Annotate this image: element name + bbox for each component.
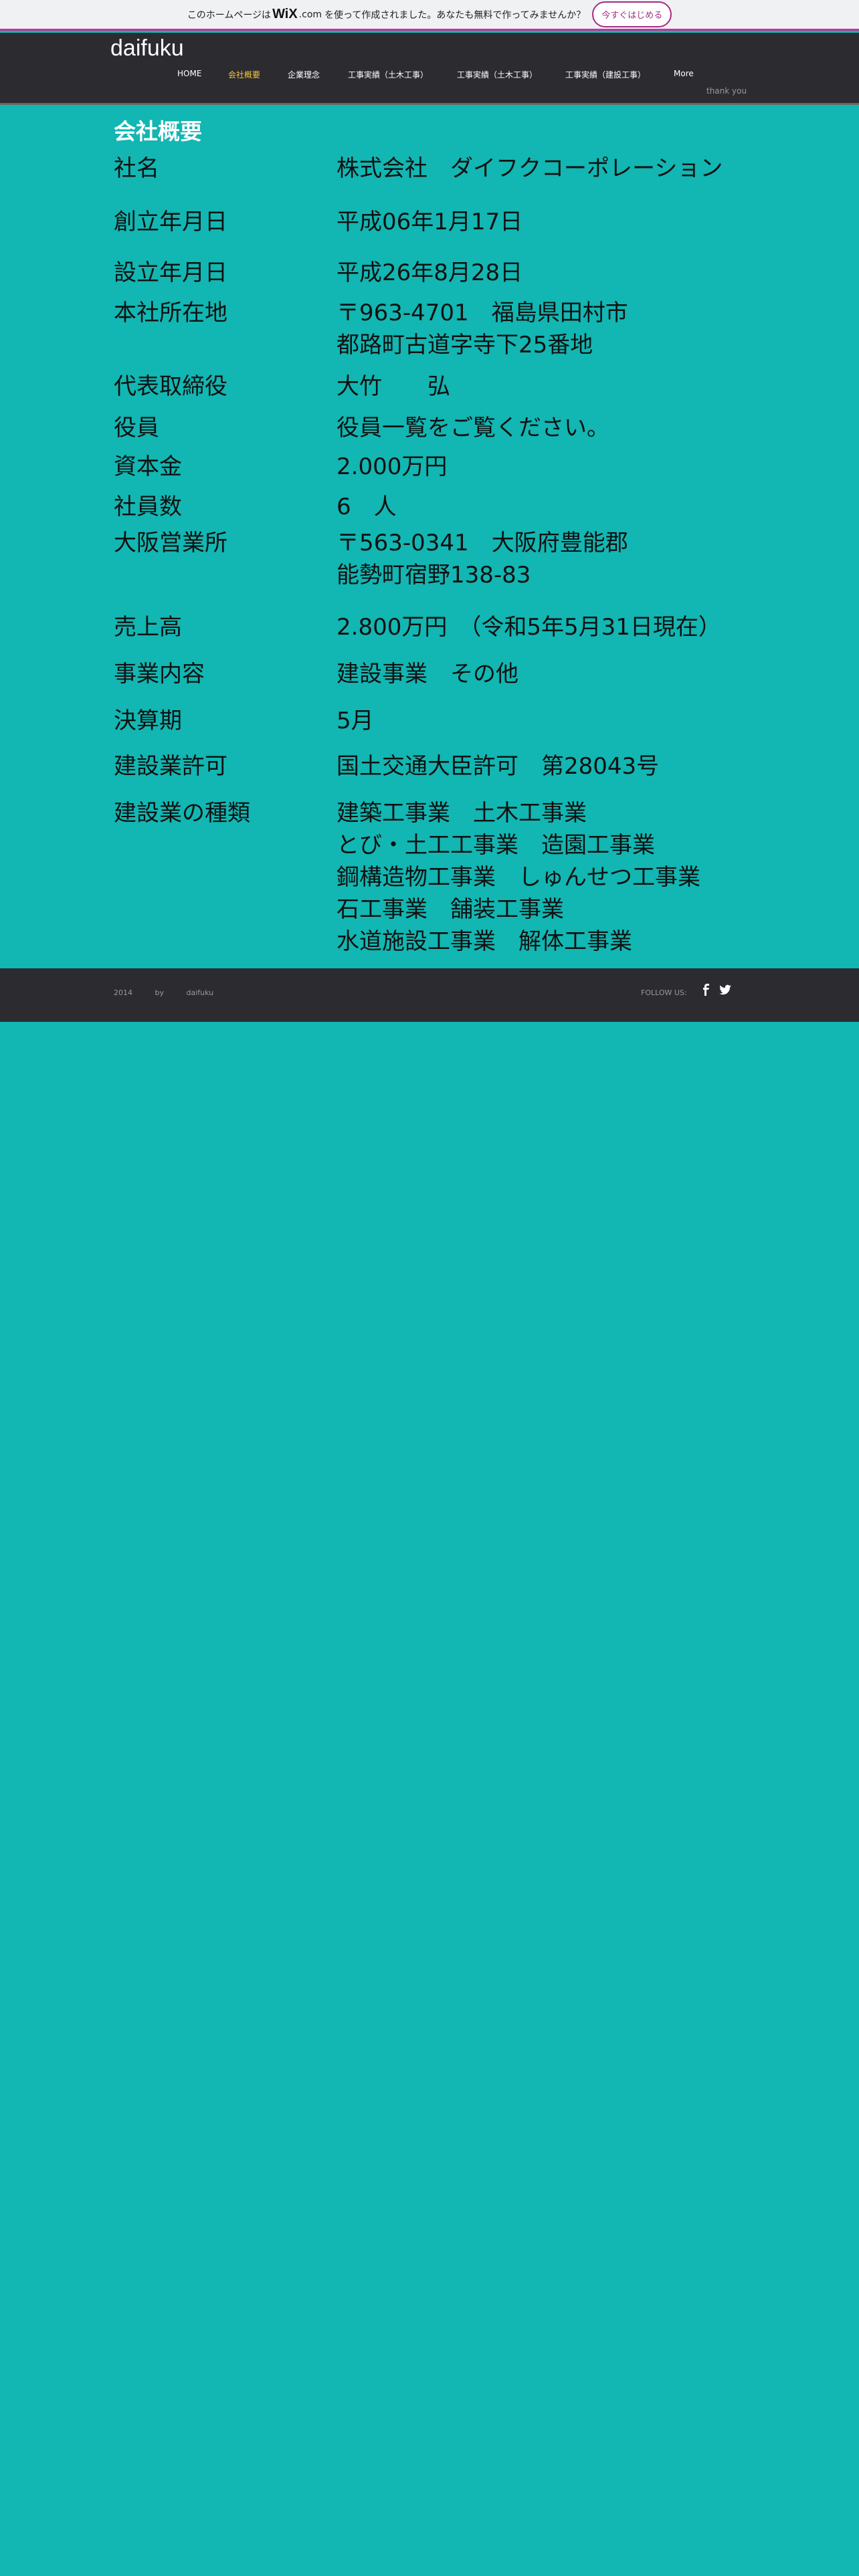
row-value-line: 〒563-0341 大阪府豊能郡 [337, 530, 628, 556]
row-value: 平成26年8月28日 [337, 257, 522, 289]
banner-text-before: このホームページは [187, 9, 272, 21]
row-value-line: 鋼構造物工事業 しゅんせつ工事業 [337, 864, 700, 891]
row-value-line: 大竹 弘 [337, 373, 450, 400]
row-value: 2.800万円 （令和5年5月31日現在） [337, 611, 721, 643]
row-value-line: 2.000万円 [337, 453, 448, 480]
nav-item-home[interactable]: HOME [177, 69, 201, 78]
start-now-button[interactable]: 今すぐはじめる [592, 1, 672, 27]
footer-name: daifuku [186, 988, 214, 997]
site-header: daifuku HOME 会社概要 企業理念 工事実績（土木工事） 工事実績（土… [0, 33, 859, 105]
row-value-line: 建設事業 その他 [337, 661, 518, 687]
row-value: 役員一覧をご覧ください。 [337, 412, 609, 444]
row-value-line: とび・土工工事業 造園工事業 [337, 832, 655, 859]
row-value-line: 〒963-4701 福島県田村市 [337, 300, 628, 326]
row-value-line: 平成26年8月28日 [337, 259, 523, 286]
twitter-icon[interactable] [719, 983, 732, 996]
row-value-line: 建築工事業 土木工事業 [337, 800, 587, 827]
row-value: 建築工事業 土木工事業 とび・土工工事業 造園工事業 鋼構造物工事業 しゅんせつ… [337, 797, 700, 958]
footer-credit: 2014 by daifuku [114, 988, 233, 997]
row-label: 本社所在地 [114, 300, 227, 326]
banner-text-after: を使って作成されました。あなたも無料で作ってみませんか？ [324, 9, 586, 21]
nav-item-more[interactable]: More [674, 69, 694, 78]
row-value: 平成06年1月17日 [337, 206, 522, 238]
row-label: 設立年月日 [114, 259, 227, 286]
nav-sub-thank-you[interactable]: thank you [706, 86, 747, 96]
footer-year: 2014 [114, 988, 132, 997]
facebook-icon[interactable] [700, 983, 713, 996]
row-label: 建設業許可 [114, 753, 227, 780]
footer-by: by [155, 988, 165, 997]
row-label: 売上高 [114, 614, 182, 641]
row-label: 建設業の種類 [114, 800, 250, 827]
row-value-line: 2.800万円 （令和5年5月31日現在） [337, 614, 721, 641]
row-value-line[interactable]: 役員一覧をご覧ください。 [337, 412, 609, 444]
site-footer: 2014 by daifuku FOLLOW US: [0, 968, 859, 1022]
row-label: 社名 [114, 155, 159, 182]
row-value-line: 株式会社 ダイフクコーポレーション [337, 155, 723, 182]
follow-us-label: FOLLOW US: [641, 988, 687, 997]
row-label: 資本金 [114, 453, 182, 480]
nav-item-works-civil-1[interactable]: 工事実績（土木工事） [348, 69, 428, 80]
row-value-line: 5月 [337, 708, 374, 734]
row-value-line: 石工事業 舗装工事業 [337, 896, 564, 923]
row-label: 創立年月日 [114, 209, 227, 235]
row-value-line: 平成06年1月17日 [337, 209, 523, 235]
row-value-line: 国土交通大臣許可 第28043号 [337, 753, 660, 780]
row-label: 役員 [114, 415, 159, 441]
nav-item-works-construction[interactable]: 工事実績（建設工事） [565, 69, 646, 80]
row-value: 国土交通大臣許可 第28043号 [337, 750, 659, 782]
row-value: 〒963-4701 福島県田村市 都路町古道字寺下25番地 [337, 297, 628, 361]
row-value-line: 能勢町宿野138-83 [337, 562, 531, 588]
row-value: 建設事業 その他 [337, 658, 518, 690]
row-label: 大阪営業所 [114, 530, 227, 556]
wix-com: .com [298, 9, 322, 20]
nav-item-philosophy[interactable]: 企業理念 [288, 69, 320, 80]
nav-item-company[interactable]: 会社概要 [228, 69, 260, 80]
row-value: 〒563-0341 大阪府豊能郡 能勢町宿野138-83 [337, 527, 628, 591]
row-label: 決算期 [114, 708, 182, 734]
row-value: 2.000万円 [337, 451, 447, 483]
row-value-line: 水道施設工事業 解体工事業 [337, 928, 632, 955]
site-logo[interactable]: daifuku [110, 35, 184, 62]
nav-item-works-civil-2[interactable]: 工事実績（土木工事） [457, 69, 537, 80]
row-value: 株式会社 ダイフクコーポレーション [337, 152, 723, 185]
row-value: 大竹 弘 [337, 370, 450, 403]
row-value: 5月 [337, 705, 374, 737]
row-value: 6 人 [337, 491, 397, 523]
row-label: 社員数 [114, 494, 182, 520]
row-label: 事業内容 [114, 661, 205, 687]
wix-logo: WiX [272, 7, 298, 21]
row-value-line: 6 人 [337, 494, 397, 520]
wix-banner: このホームページは WiX .com を使って作成されました。あなたも無料で作っ… [0, 0, 859, 31]
row-value-line: 都路町古道字寺下25番地 [337, 332, 593, 358]
page-title: 会社概要 [114, 118, 202, 144]
row-label: 代表取締役 [114, 373, 227, 400]
